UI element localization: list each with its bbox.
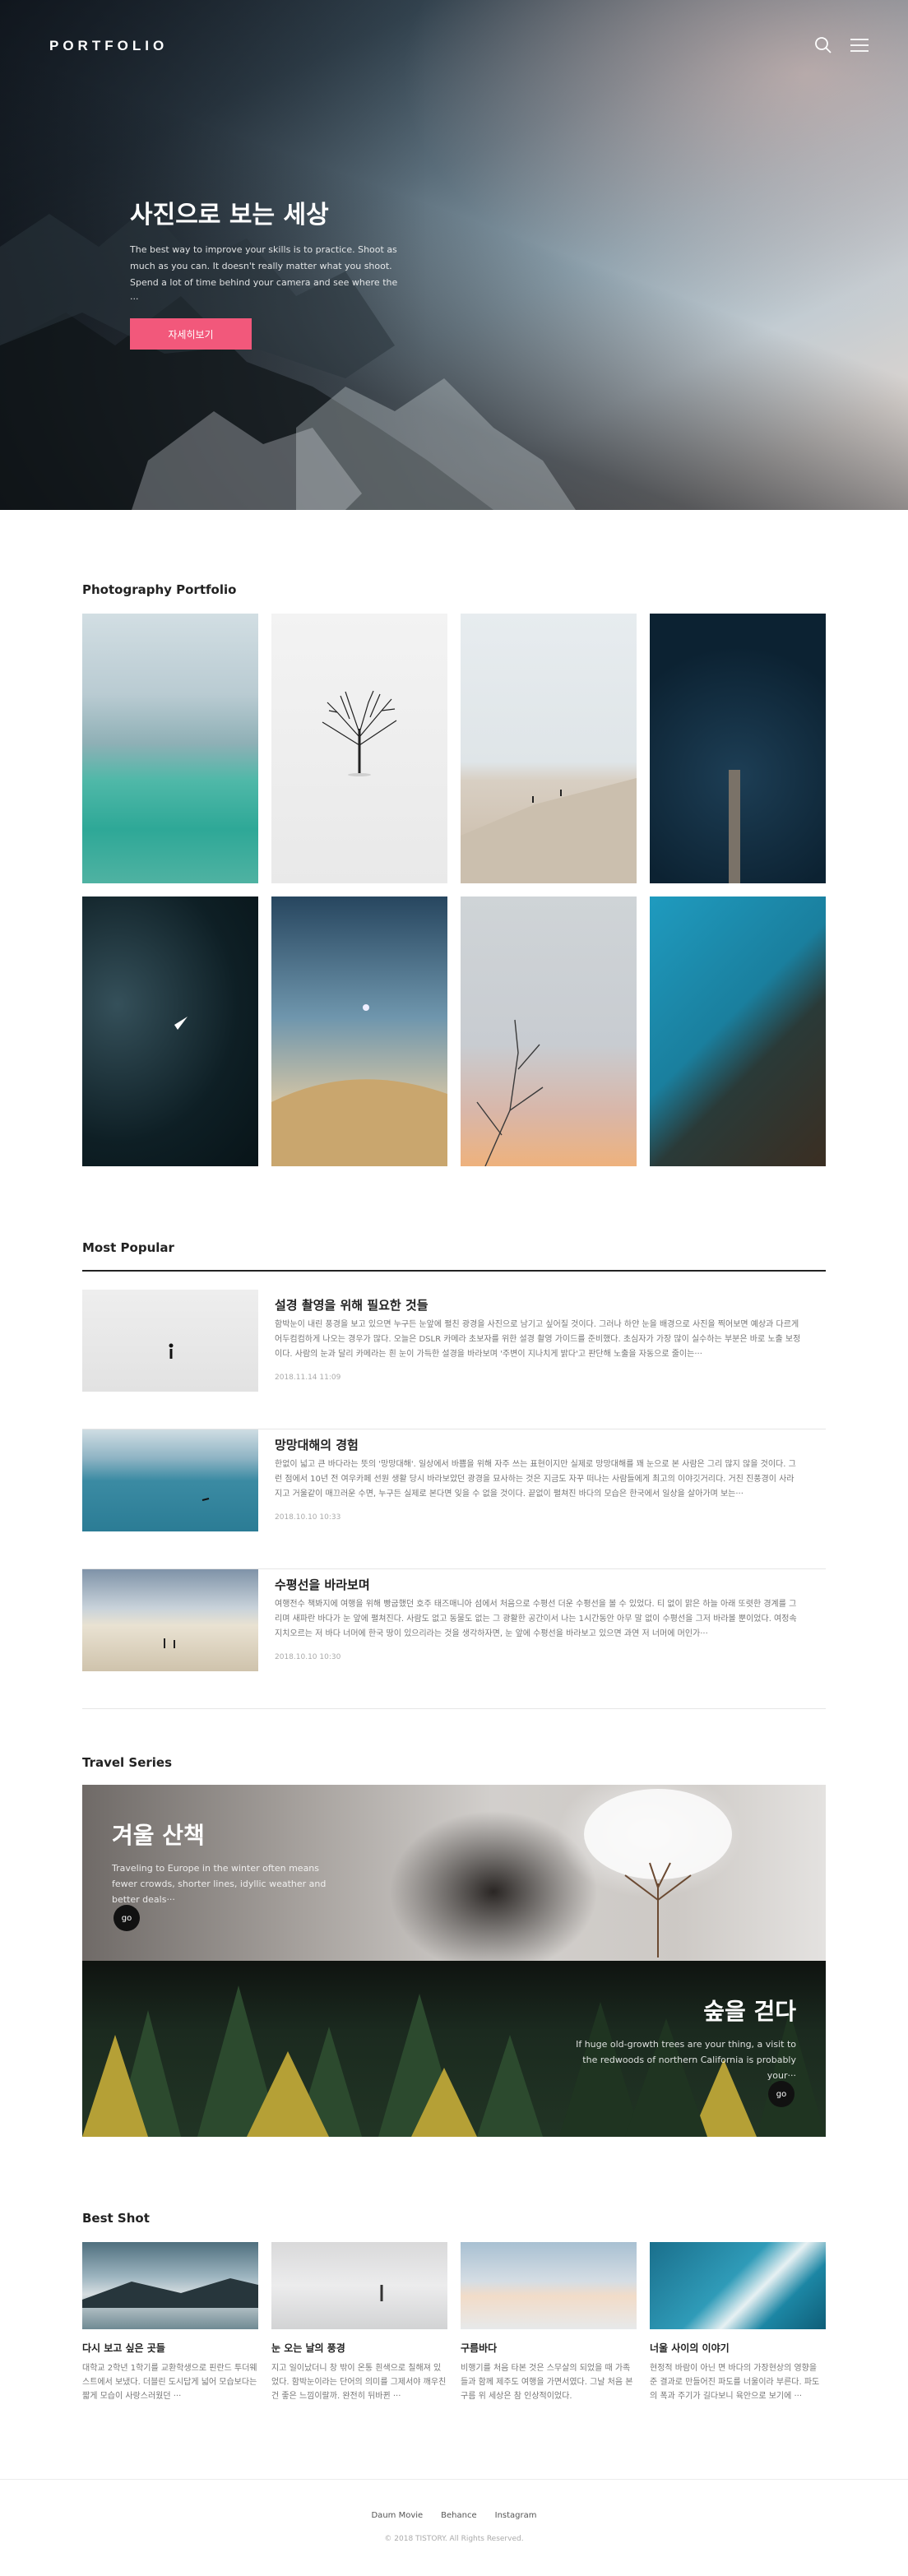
best-card-text: 현정적 바람이 아닌 면 바다의 가장현상의 영향을 준 결과로 만들어진 파도… — [650, 2364, 820, 2401]
footer-divider — [0, 2479, 908, 2480]
best-photo-waves — [650, 2242, 826, 2329]
popular-item-date: 2018.10.10 10:33 — [275, 1513, 341, 1522]
popular-item-date: 2018.11.14 11:09 — [275, 1374, 341, 1382]
popular-item-text: 여행전수 책봐지에 여행을 위해 빵굽했던 호주 태즈매니아 섬에서 처음으로 … — [275, 1600, 797, 1638]
portfolio-photo-boat-dark-sea[interactable] — [82, 897, 258, 1166]
best-card[interactable]: 눈 오는 날의 풍경 지고 일이났더니 창 밖이 온통 흰색으로 칠해져 있었다… — [271, 2242, 447, 2404]
portfolio-photo-branch-sunset[interactable] — [461, 897, 637, 1166]
popular-thumb-snow-walker — [82, 1290, 258, 1392]
travel-card-winter[interactable]: 겨울 산책 Traveling to Europe in the winter … — [82, 1785, 826, 1961]
best-card-text: 지고 일이났더니 창 밖이 온통 흰색으로 칠해져 있었다. 함박눈이라는 단어… — [271, 2364, 447, 2401]
popular-title: Most Popular — [82, 1240, 174, 1255]
popular-thumb-open-sea — [82, 1429, 258, 1531]
hero-description: The best way to improve your skills is t… — [130, 244, 398, 304]
popular-thumb-beach-horizon — [82, 1569, 258, 1671]
portfolio-title: Photography Portfolio — [82, 582, 237, 597]
portfolio-photo-ocean-pier[interactable] — [650, 614, 826, 883]
best-card-text: 대학교 2학년 1학기를 교환학생으로 핀란드 투더웨스트에서 보냈다. 더블린… — [82, 2364, 257, 2401]
popular-divider — [82, 1270, 826, 1272]
list-item[interactable]: 수평선을 바라보며 여행전수 책봐지에 여행을 위해 빵굽했던 호주 태즈매니아… — [82, 1569, 826, 1709]
portfolio-photo-coastline-aerial[interactable] — [650, 897, 826, 1166]
travel-go-button[interactable]: go — [768, 2081, 794, 2107]
travel-go-button[interactable]: go — [114, 1905, 140, 1931]
best-card-title[interactable]: 너울 사이의 이야기 — [650, 2341, 826, 2355]
popular-item-title[interactable]: 수평선을 바라보며 — [275, 1576, 370, 1593]
popular-item-title[interactable]: 망망대해의 경험 — [275, 1436, 359, 1453]
best-card-title[interactable]: 다시 보고 싶은 곳들 — [82, 2341, 258, 2355]
portfolio-photo-desert-moon[interactable] — [271, 897, 447, 1166]
travel-title: Travel Series — [82, 1755, 173, 1770]
portfolio-grid — [82, 614, 826, 1166]
best-photo-lake-mountains — [82, 2242, 258, 2329]
copyright-text: © 2018 TISTORY. All Rights Reserved. — [384, 2535, 524, 2543]
menu-icon[interactable] — [850, 38, 869, 53]
best-card[interactable]: 구름바다 비행기를 처음 타본 것은 스무살의 되었을 때 가족들과 함께 제주… — [461, 2242, 637, 2404]
hero-banner: PORTFOLIO 사진으로 보는 세상 The best way to imp… — [0, 0, 908, 510]
popular-item-date: 2018.10.10 10:30 — [275, 1653, 341, 1661]
hero-more-button[interactable]: 자세히보기 — [130, 318, 252, 350]
footer-link-daum-movie[interactable]: Daum Movie — [371, 2511, 423, 2520]
travel-card-title: 숲을 걷다 — [703, 1998, 796, 2025]
footer-link-behance[interactable]: Behance — [441, 2511, 476, 2520]
search-icon[interactable] — [814, 36, 832, 54]
best-grid: 다시 보고 싶은 곳들 대학교 2학년 1학기를 교환학생으로 핀란드 투더웨스… — [82, 2242, 826, 2404]
best-card-text: 비행기를 처음 타본 것은 스무살의 되었을 때 가족들과 함께 제주도 여행을… — [461, 2364, 633, 2401]
portfolio-photo-dune-walkers[interactable] — [461, 614, 637, 883]
best-card[interactable]: 너울 사이의 이야기 현정적 바람이 아닌 면 바다의 가장현상의 영향을 준 … — [650, 2242, 826, 2404]
list-item[interactable]: 설경 촬영을 위해 필요한 것들 함박눈이 내린 풍경을 보고 있으면 누구든 … — [82, 1290, 826, 1429]
footer-links: Daum Movie Behance Instagram — [0, 2511, 908, 2520]
popular-item-text: 함박눈이 내린 풍경을 보고 있으면 누구든 눈앞에 펼친 광경을 사진으로 남… — [275, 1320, 801, 1359]
best-card-title[interactable]: 눈 오는 날의 풍경 — [271, 2341, 447, 2355]
best-title: Best Shot — [82, 2211, 150, 2226]
best-photo-cloud-sea — [461, 2242, 637, 2329]
travel-card-text: Traveling to Europe in the winter often … — [112, 1863, 327, 1905]
travel-card-text: If huge old-growth trees are your thing,… — [576, 2039, 796, 2081]
portfolio-photo-lone-tree[interactable] — [271, 614, 447, 883]
travel-card-forest[interactable]: 숲을 걷다 If huge old-growth trees are your … — [82, 1961, 826, 2137]
best-card[interactable]: 다시 보고 싶은 곳들 대학교 2학년 1학기를 교환학생으로 핀란드 투더웨스… — [82, 2242, 258, 2404]
site-logo[interactable]: PORTFOLIO — [49, 38, 168, 54]
travel-card-title: 겨울 산책 — [112, 1822, 205, 1849]
footer-link-instagram[interactable]: Instagram — [495, 2511, 537, 2520]
popular-item-title[interactable]: 설경 촬영을 위해 필요한 것들 — [275, 1296, 429, 1313]
best-card-title[interactable]: 구름바다 — [461, 2341, 637, 2355]
portfolio-photo-sea-horizon[interactable] — [82, 614, 258, 883]
best-photo-snow-figure — [271, 2242, 447, 2329]
list-item[interactable]: 망망대해의 경험 한없이 넓고 큰 바다라는 뜻의 '망망대해'. 일상에서 바… — [82, 1429, 826, 1569]
popular-item-text: 한없이 넓고 큰 바다라는 뜻의 '망망대해'. 일상에서 바쁨을 위해 자주 … — [275, 1460, 796, 1499]
hero-title: 사진으로 보는 세상 — [130, 201, 329, 229]
